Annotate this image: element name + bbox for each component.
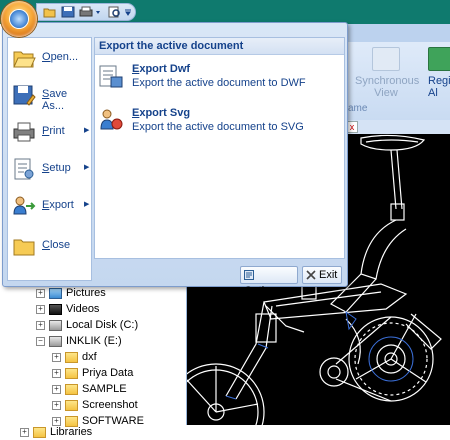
tree-item[interactable]: + Screenshot (52, 398, 138, 413)
menu-item-label: Print (42, 125, 65, 137)
tree-item-label: Videos (66, 303, 100, 315)
exit-button[interactable]: Exit (302, 266, 342, 284)
export-dwf-item[interactable]: Export Dwf Export the active document to… (99, 61, 339, 101)
synchronous-view-button[interactable]: Synchronous View (355, 47, 420, 107)
export-svg-item[interactable]: Export Svg Export the active document to… (99, 105, 339, 145)
menu-item-print[interactable]: Print ▶ (8, 114, 91, 150)
tree-item-label: Pictures (66, 287, 106, 299)
export-svg-title: Export Svg (132, 107, 191, 119)
tree-item[interactable]: − INKLIK (E:) (36, 334, 122, 349)
drive-icon (49, 319, 62, 331)
menu-item-label: Open... (42, 51, 79, 63)
folder-icon (65, 351, 78, 363)
exit-icon (306, 270, 316, 280)
export-dwf-icon (99, 65, 123, 88)
submenu-arrow-icon: ▶ (84, 127, 90, 134)
menu-item-open[interactable]: Open... (8, 40, 91, 76)
tree-item[interactable]: + Pictures (36, 286, 106, 301)
app-logo-icon (10, 10, 28, 28)
submenu-arrow-icon: ▶ (84, 164, 90, 171)
submenu-header: Export the active document (95, 38, 344, 55)
tree-item-label: SAMPLE (82, 383, 127, 395)
application-menu: Open... Save As... Print ▶ Setup ▶ Expor… (2, 22, 348, 297)
document-tab-strip (348, 120, 450, 135)
pictures-icon (49, 287, 62, 299)
menu-item-save-as[interactable]: Save As... (8, 77, 91, 113)
tree-item-label: Screenshot (82, 399, 138, 411)
export-icon (13, 196, 36, 215)
videos-icon (49, 303, 62, 315)
close-folder-icon (13, 239, 35, 256)
submenu-arrow-icon: ▶ (84, 201, 90, 208)
tree-item-label: Local Disk (C:) (66, 319, 139, 331)
preview-icon[interactable] (107, 6, 121, 18)
region-button[interactable]: Regi Al (428, 47, 450, 107)
menu-item-label: Export (42, 199, 74, 211)
tree-item[interactable]: + Local Disk (C:) (36, 318, 138, 333)
expand-icon[interactable]: + (36, 288, 45, 298)
quick-access-toolbar (36, 3, 136, 21)
menu-item-label: Save As... (42, 88, 68, 112)
application-menu-commands: Open... Save As... Print ▶ Setup ▶ Expor… (7, 37, 92, 281)
save-icon[interactable] (61, 6, 75, 18)
folder-icon (65, 367, 78, 379)
tree-item-label: dxf (82, 351, 97, 363)
customize-toolbar-icon[interactable] (125, 6, 131, 18)
tree-item[interactable]: + SAMPLE (52, 382, 127, 397)
tree-item[interactable]: + Priya Data (52, 366, 133, 381)
tree-item-label: Priya Data (82, 367, 134, 379)
save-as-icon (13, 85, 36, 106)
exit-label: Exit (319, 269, 338, 281)
application-menu-button[interactable] (1, 1, 37, 37)
folder-tree: + Pictures + Videos + Local Disk (C:) − INKLIK … (0, 265, 187, 438)
expand-icon[interactable]: + (20, 427, 29, 437)
folder-icon (65, 383, 78, 395)
print-icon[interactable] (79, 6, 93, 18)
open-folder-icon (13, 51, 36, 68)
expand-icon[interactable]: + (52, 368, 61, 378)
tree-item[interactable]: + Libraries (20, 425, 92, 440)
expand-icon[interactable]: + (36, 304, 45, 314)
menu-item-label: Close (42, 239, 71, 251)
region-label-line1: Regi (428, 75, 450, 87)
tree-item[interactable]: + dxf (52, 350, 97, 365)
menu-item-label: Setup (42, 162, 71, 174)
folder-icon (33, 426, 46, 438)
synchronous-view-label-line1: Synchronous (355, 75, 420, 87)
tree-item[interactable]: + Videos (36, 302, 99, 317)
tree-item-label: INKLIK (E:) (66, 335, 122, 347)
ribbon-group-label: ame (348, 103, 368, 114)
folder-icon (65, 399, 78, 411)
synchronous-view-icon (372, 47, 400, 71)
menu-item-setup[interactable]: Setup ▶ (8, 151, 91, 187)
options-label: Options (244, 285, 282, 297)
expand-icon[interactable]: + (52, 400, 61, 410)
tree-item-label: Libraries (50, 426, 93, 438)
region-icon (428, 47, 450, 71)
options-icon (244, 270, 254, 281)
expand-icon[interactable]: + (36, 320, 45, 330)
export-dwf-title: Export Dwf (132, 63, 191, 75)
export-submenu: Export the active document Export Dwf Ex… (94, 37, 345, 259)
print-dropdown-icon[interactable] (95, 6, 101, 18)
export-svg-icon (100, 109, 123, 130)
menu-item-export[interactable]: Export ▶ (8, 188, 91, 224)
expand-icon[interactable]: + (52, 352, 61, 362)
drive-icon (49, 335, 62, 347)
synchronous-view-label-line2: View (374, 87, 398, 99)
expand-icon[interactable]: + (52, 384, 61, 394)
menu-item-close[interactable]: Close (8, 228, 91, 264)
open-icon[interactable] (43, 6, 57, 18)
setup-icon (14, 158, 34, 180)
export-dwf-description: Export the active document to DWF (132, 77, 306, 89)
options-button[interactable]: Options (240, 266, 298, 297)
export-svg-description: Export the active document to SVG (132, 121, 304, 133)
region-label-line2: Al (428, 87, 438, 99)
collapse-icon[interactable]: − (36, 336, 45, 346)
print-icon (13, 122, 35, 142)
ribbon-tab-strip (348, 24, 450, 42)
